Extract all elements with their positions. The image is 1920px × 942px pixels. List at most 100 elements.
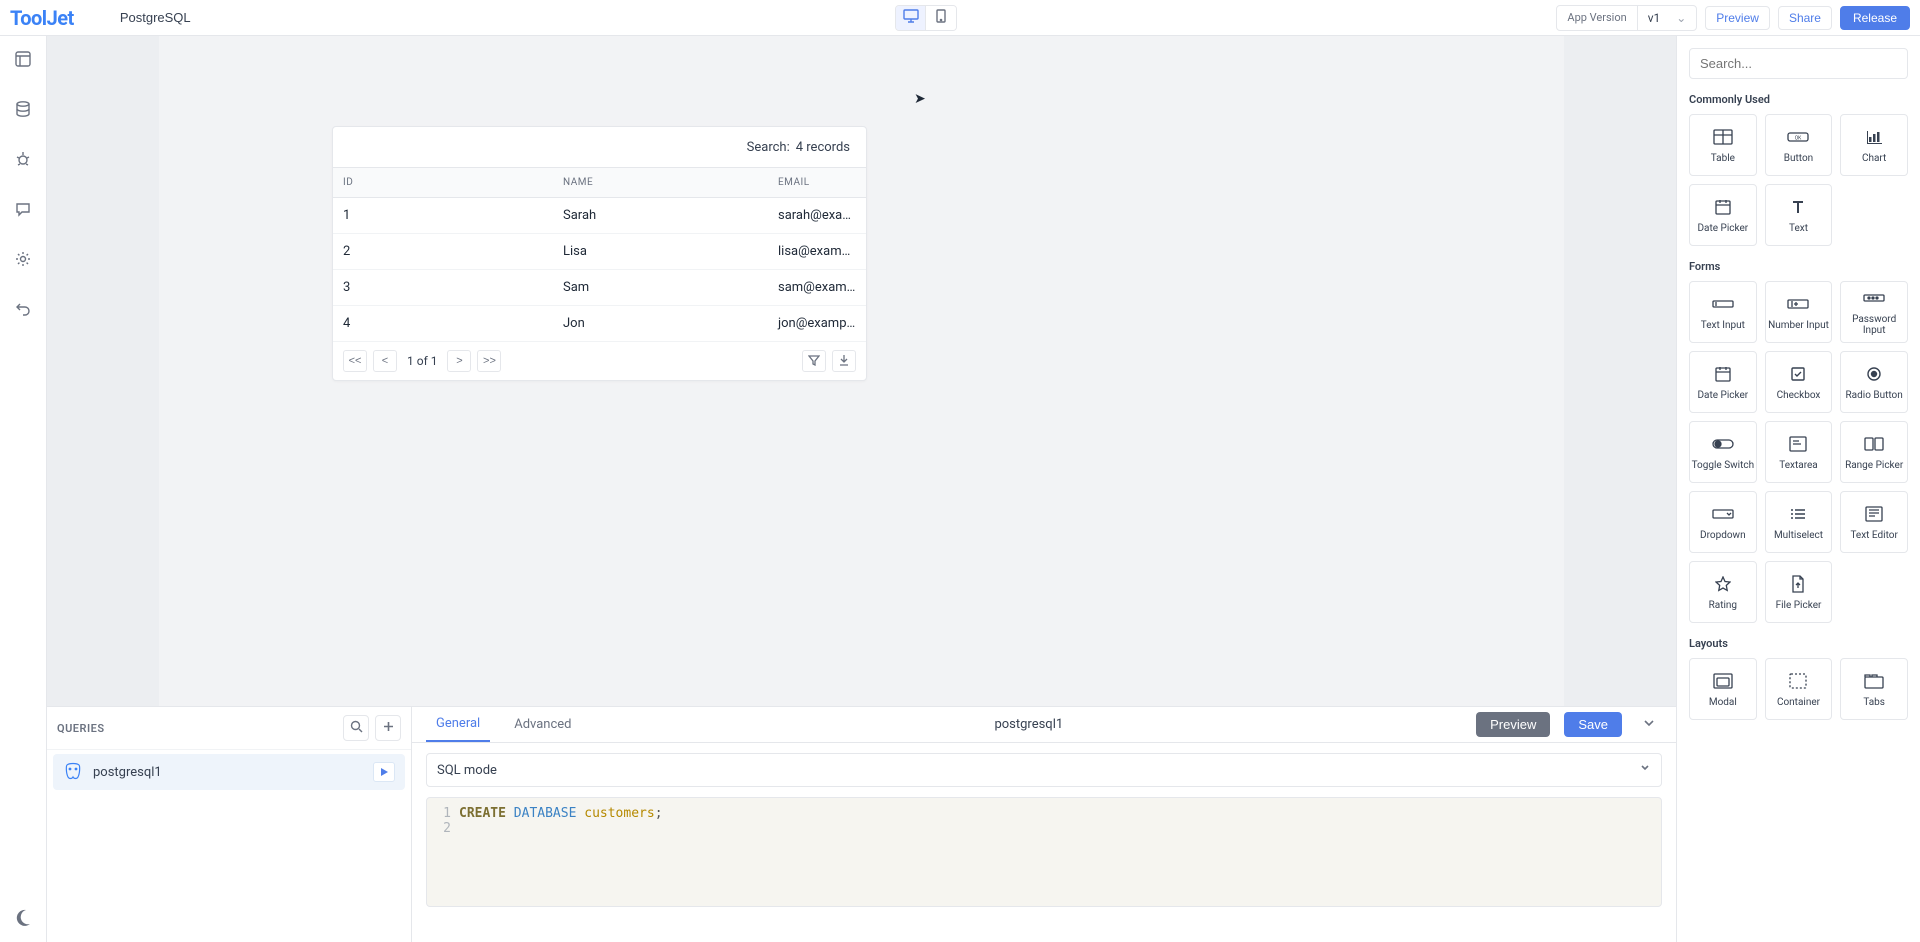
component-range-picker[interactable]: Range Picker <box>1840 421 1908 483</box>
column-header-id[interactable]: ID <box>333 168 553 197</box>
component-container[interactable]: Container <box>1765 658 1833 720</box>
dropdown-icon <box>1712 504 1734 524</box>
tab-advanced[interactable]: Advanced <box>504 707 581 742</box>
component-checkbox[interactable]: Checkbox <box>1765 351 1833 413</box>
component-password-input[interactable]: Password Input <box>1840 281 1908 343</box>
page-explorer-icon[interactable] <box>12 48 34 70</box>
app-name-input[interactable] <box>120 10 296 25</box>
sql-keyword: CREATE <box>459 806 506 821</box>
component-date-picker-form[interactable]: Date Picker <box>1689 351 1757 413</box>
table-component[interactable]: Search: 4 records ID NAME EMAIL 1Sarahsa… <box>332 126 867 381</box>
undo-icon[interactable] <box>12 298 34 320</box>
column-header-email[interactable]: EMAIL <box>768 168 866 197</box>
sql-identifier: customers <box>584 806 654 821</box>
cell-email: sarah@example.c <box>768 198 866 233</box>
page-prev-button[interactable]: < <box>373 350 397 372</box>
play-icon <box>380 765 389 780</box>
download-icon <box>838 354 850 369</box>
calendar-icon <box>1712 197 1734 217</box>
group-layouts: Layouts <box>1689 637 1908 650</box>
cell-name: Lisa <box>553 234 768 269</box>
component-dropdown[interactable]: Dropdown <box>1689 491 1757 553</box>
settings-icon[interactable] <box>12 248 34 270</box>
file-icon <box>1787 574 1809 594</box>
group-commonly-used: Commonly Used <box>1689 93 1908 106</box>
star-icon <box>1712 574 1734 594</box>
component-rating[interactable]: Rating <box>1689 561 1757 623</box>
download-button[interactable] <box>832 350 856 372</box>
page-next-button[interactable]: > <box>447 350 471 372</box>
debugger-icon[interactable] <box>12 148 34 170</box>
calendar-icon <box>1712 364 1734 384</box>
component-search-input[interactable] <box>1689 48 1908 79</box>
editor-query-name[interactable]: postgresql1 <box>994 717 1063 732</box>
search-queries-button[interactable] <box>343 715 369 741</box>
query-save-button[interactable]: Save <box>1564 712 1622 737</box>
cell-email: lisa@example.cor <box>768 234 866 269</box>
component-table[interactable]: Table <box>1689 114 1757 176</box>
sql-keyword: DATABASE <box>514 806 577 821</box>
app-version-value[interactable]: v1 <box>1638 6 1697 30</box>
component-text-input[interactable]: Text Input <box>1689 281 1757 343</box>
table-row[interactable]: 1Sarahsarah@example.c <box>333 198 866 234</box>
table-row[interactable]: 2Lisalisa@example.cor <box>333 234 866 270</box>
table-icon <box>1712 127 1734 147</box>
release-button[interactable]: Release <box>1840 6 1910 30</box>
mobile-view-button[interactable] <box>926 6 956 30</box>
component-file-picker[interactable]: File Picker <box>1765 561 1833 623</box>
page-last-button[interactable]: >> <box>477 350 501 372</box>
cell-id: 2 <box>333 234 553 269</box>
component-text[interactable]: Text <box>1765 184 1833 246</box>
queries-title: QUERIES <box>57 722 337 735</box>
filter-icon <box>808 354 820 369</box>
text-input-icon <box>1712 294 1734 314</box>
sql-editor[interactable]: 1 CREATE DATABASE customers; 2 <box>426 797 1662 907</box>
database-icon[interactable] <box>12 98 34 120</box>
desktop-icon <box>903 9 919 27</box>
component-multiselect[interactable]: Multiselect <box>1765 491 1833 553</box>
share-button[interactable]: Share <box>1778 6 1832 30</box>
line-number: 1 <box>437 806 451 821</box>
run-query-button[interactable] <box>373 762 395 782</box>
component-date-picker[interactable]: Date Picker <box>1689 184 1757 246</box>
line-number: 2 <box>437 821 451 836</box>
component-tabs[interactable]: Tabs <box>1840 658 1908 720</box>
component-text-editor[interactable]: Text Editor <box>1840 491 1908 553</box>
tab-general[interactable]: General <box>426 707 490 742</box>
page-first-button[interactable]: << <box>343 350 367 372</box>
desktop-view-button[interactable] <box>896 6 926 30</box>
preview-button[interactable]: Preview <box>1705 6 1770 30</box>
container-icon <box>1787 671 1809 691</box>
table-search-label: Search: <box>747 140 790 155</box>
add-query-button[interactable] <box>375 715 401 741</box>
page-info: 1 of 1 <box>407 354 437 368</box>
cell-name: Sam <box>553 270 768 305</box>
comments-icon[interactable] <box>12 198 34 220</box>
filter-button[interactable] <box>802 350 826 372</box>
component-number-input[interactable]: Number Input <box>1765 281 1833 343</box>
component-toggle-switch[interactable]: Toggle Switch <box>1689 421 1757 483</box>
component-textarea[interactable]: Textarea <box>1765 421 1833 483</box>
svg-text:OK: OK <box>1795 135 1802 141</box>
sql-mode-select[interactable]: SQL mode <box>426 753 1662 787</box>
column-header-name[interactable]: NAME <box>553 168 768 197</box>
logo: ToolJet <box>10 6 74 30</box>
component-chart[interactable]: Chart <box>1840 114 1908 176</box>
component-radio-button[interactable]: Radio Button <box>1840 351 1908 413</box>
range-icon <box>1863 434 1885 454</box>
app-version-select[interactable]: App Version v1 <box>1556 5 1697 31</box>
query-item-postgresql1[interactable]: postgresql1 <box>53 754 405 790</box>
sql-punctuation: ; <box>655 806 663 821</box>
number-input-icon <box>1787 294 1809 314</box>
table-row[interactable]: 4Jonjon@example.con <box>333 306 866 342</box>
toggle-icon <box>1712 434 1734 454</box>
theme-toggle-icon[interactable] <box>12 906 34 928</box>
component-button[interactable]: OKButton <box>1765 114 1833 176</box>
radio-icon <box>1863 364 1885 384</box>
table-row[interactable]: 3Samsam@example.co <box>333 270 866 306</box>
query-preview-button[interactable]: Preview <box>1476 712 1550 737</box>
component-modal[interactable]: Modal <box>1689 658 1757 720</box>
mobile-icon <box>936 9 946 27</box>
search-icon <box>350 720 363 736</box>
query-options-button[interactable] <box>1636 716 1662 734</box>
